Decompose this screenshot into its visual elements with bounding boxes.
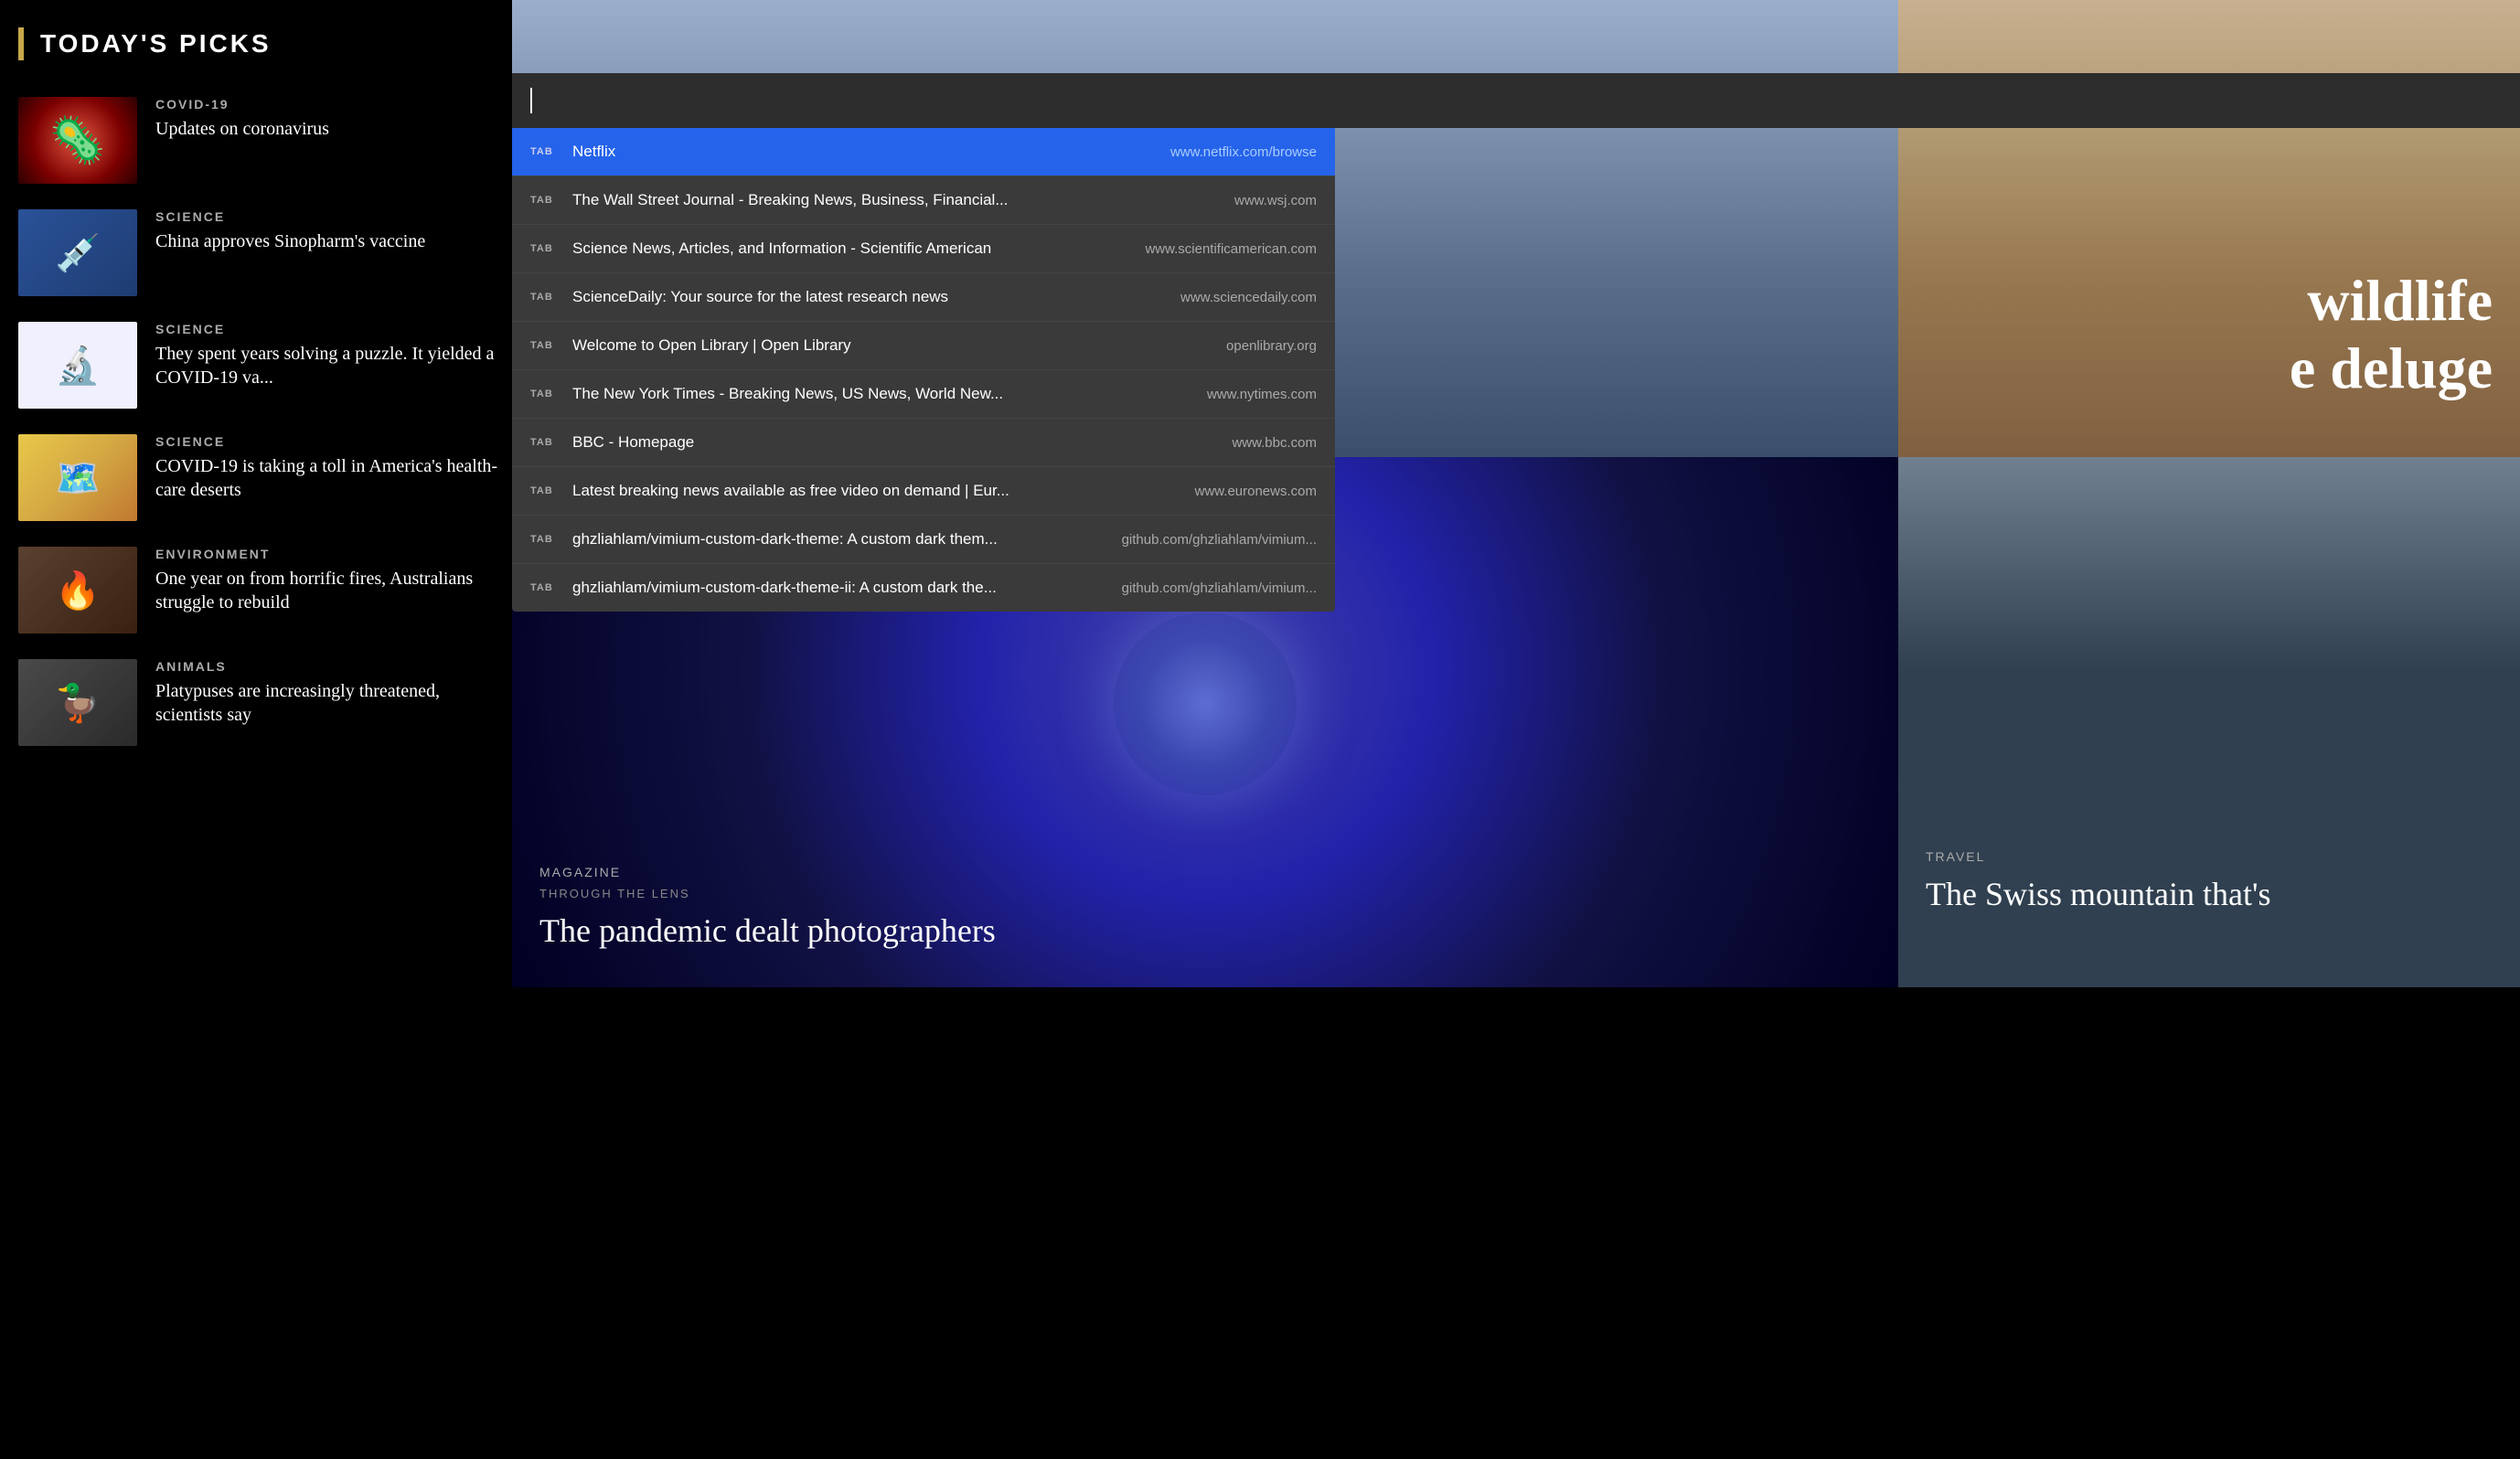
tab-dropdown: TAB Netflix www.netflix.com/browse TAB T…	[512, 128, 1335, 612]
tab-url: www.sciencedaily.com	[1134, 290, 1317, 305]
tab-badge: TAB	[530, 195, 558, 206]
news-thumbnail	[18, 547, 137, 634]
news-content: SCIENCE They spent years solving a puzzl…	[155, 322, 503, 389]
tab-url: www.euronews.com	[1134, 484, 1317, 499]
news-thumbnail	[18, 97, 137, 184]
travel-headline: The Swiss mountain that's	[1926, 875, 2493, 914]
news-headline: China approves Sinopharm's vaccine	[155, 229, 503, 253]
list-item[interactable]: SCIENCE China approves Sinopharm's vacci…	[18, 209, 503, 296]
list-item[interactable]: SCIENCE COVID-19 is taking a toll in Ame…	[18, 434, 503, 521]
featured-left-text: MAGAZINE THROUGH THE LENS The pandemic d…	[539, 865, 1871, 951]
tab-title: ScienceDaily: Your source for the latest…	[572, 288, 1116, 306]
tab-url: www.netflix.com/browse	[1134, 144, 1317, 160]
tab-item[interactable]: TAB Science News, Articles, and Informat…	[512, 225, 1335, 273]
tab-url: www.wsj.com	[1134, 193, 1317, 208]
tab-badge: TAB	[530, 582, 558, 593]
tab-badge: TAB	[530, 534, 558, 545]
address-bar[interactable]	[512, 73, 2520, 128]
news-content: COVID-19 Updates on coronavirus	[155, 97, 503, 141]
news-headline: Updates on coronavirus	[155, 117, 503, 141]
news-content: ENVIRONMENT One year on from horrific fi…	[155, 547, 503, 614]
news-category: ENVIRONMENT	[155, 547, 503, 561]
news-category: SCIENCE	[155, 322, 503, 336]
tab-url: github.com/ghzliahlam/vimium...	[1122, 532, 1317, 548]
news-content: ANIMALS Platypuses are increasingly thre…	[155, 659, 503, 727]
news-thumbnail	[18, 209, 137, 296]
sidebar: TODAY'S PICKS COVID-19 Updates on corona…	[0, 0, 521, 1459]
tab-item[interactable]: TAB ScienceDaily: Your source for the la…	[512, 273, 1335, 322]
news-headline: They spent years solving a puzzle. It yi…	[155, 342, 503, 389]
wildlife-line1: wildlife	[2290, 267, 2493, 335]
news-category: SCIENCE	[155, 434, 503, 449]
tab-title: Netflix	[572, 143, 1116, 161]
news-thumbnail	[18, 322, 137, 409]
sidebar-title: TODAY'S PICKS	[40, 29, 272, 59]
tab-badge: TAB	[530, 340, 558, 351]
tab-badge: TAB	[530, 243, 558, 254]
sidebar-header: TODAY'S PICKS	[18, 27, 503, 60]
tab-title: The Wall Street Journal - Breaking News,…	[572, 191, 1116, 209]
tab-url: www.scientificamerican.com	[1134, 241, 1317, 257]
tab-url: www.nytimes.com	[1134, 387, 1317, 402]
travel-category: TRAVEL	[1926, 849, 2493, 864]
tab-item[interactable]: TAB Welcome to Open Library | Open Libra…	[512, 322, 1335, 370]
news-category: COVID-19	[155, 97, 503, 112]
news-category: ANIMALS	[155, 659, 503, 674]
featured-right-card[interactable]: TRAVEL The Swiss mountain that's	[1898, 457, 2520, 987]
tab-item[interactable]: TAB ghzliahlam/vimium-custom-dark-theme-…	[512, 564, 1335, 612]
tab-item[interactable]: TAB Latest breaking news available as fr…	[512, 467, 1335, 516]
featured-category: MAGAZINE	[539, 865, 1871, 879]
news-headline: One year on from horrific fires, Austral…	[155, 567, 503, 614]
news-category: SCIENCE	[155, 209, 503, 224]
news-headline: Platypuses are increasingly threatened, …	[155, 679, 503, 727]
tab-badge: TAB	[530, 485, 558, 496]
tab-url: github.com/ghzliahlam/vimium...	[1122, 580, 1317, 596]
jellyfish-image	[1114, 612, 1297, 795]
news-thumbnail	[18, 659, 137, 746]
tab-item[interactable]: TAB BBC - Homepage www.bbc.com	[512, 419, 1335, 467]
featured-subcategory: THROUGH THE LENS	[539, 887, 1871, 900]
news-content: SCIENCE China approves Sinopharm's vacci…	[155, 209, 503, 253]
tab-title: BBC - Homepage	[572, 433, 1116, 452]
tab-url: www.bbc.com	[1134, 435, 1317, 451]
accent-bar	[18, 27, 24, 60]
wildlife-text-overlay: wildlife e deluge	[2290, 267, 2493, 402]
tab-badge: TAB	[530, 437, 558, 448]
news-content: SCIENCE COVID-19 is taking a toll in Ame…	[155, 434, 503, 502]
tab-title: ghzliahlam/vimium-custom-dark-theme-ii: …	[572, 579, 1104, 597]
banner-right-image: wildlife e deluge	[1898, 0, 2520, 457]
travel-text: TRAVEL The Swiss mountain that's	[1926, 849, 2493, 914]
tab-title: ghzliahlam/vimium-custom-dark-theme: A c…	[572, 530, 1104, 548]
tab-badge: TAB	[530, 146, 558, 157]
tab-title: Welcome to Open Library | Open Library	[572, 336, 1116, 355]
featured-headline: The pandemic dealt photographers	[539, 911, 1871, 951]
wildlife-line2: e deluge	[2290, 335, 2493, 402]
tab-item[interactable]: TAB Netflix www.netflix.com/browse	[512, 128, 1335, 176]
tab-item[interactable]: TAB The New York Times - Breaking News, …	[512, 370, 1335, 419]
tab-item[interactable]: TAB ghzliahlam/vimium-custom-dark-theme:…	[512, 516, 1335, 564]
list-item[interactable]: ENVIRONMENT One year on from horrific fi…	[18, 547, 503, 634]
tab-title: Latest breaking news available as free v…	[572, 482, 1116, 500]
tab-badge: TAB	[530, 292, 558, 303]
tab-title: Science News, Articles, and Information …	[572, 240, 1116, 258]
cursor	[530, 88, 532, 113]
list-item[interactable]: COVID-19 Updates on coronavirus	[18, 97, 503, 184]
tab-item[interactable]: TAB The Wall Street Journal - Breaking N…	[512, 176, 1335, 225]
list-item[interactable]: SCIENCE They spent years solving a puzzl…	[18, 322, 503, 409]
tab-url: openlibrary.org	[1134, 338, 1317, 354]
news-thumbnail	[18, 434, 137, 521]
address-input[interactable]	[539, 91, 2502, 111]
list-item[interactable]: ANIMALS Platypuses are increasingly thre…	[18, 659, 503, 746]
tab-badge: TAB	[530, 389, 558, 399]
wildlife-line2-prefix: e	[2290, 335, 2330, 400]
news-headline: COVID-19 is taking a toll in America's h…	[155, 454, 503, 502]
tab-title: The New York Times - Breaking News, US N…	[572, 385, 1116, 403]
